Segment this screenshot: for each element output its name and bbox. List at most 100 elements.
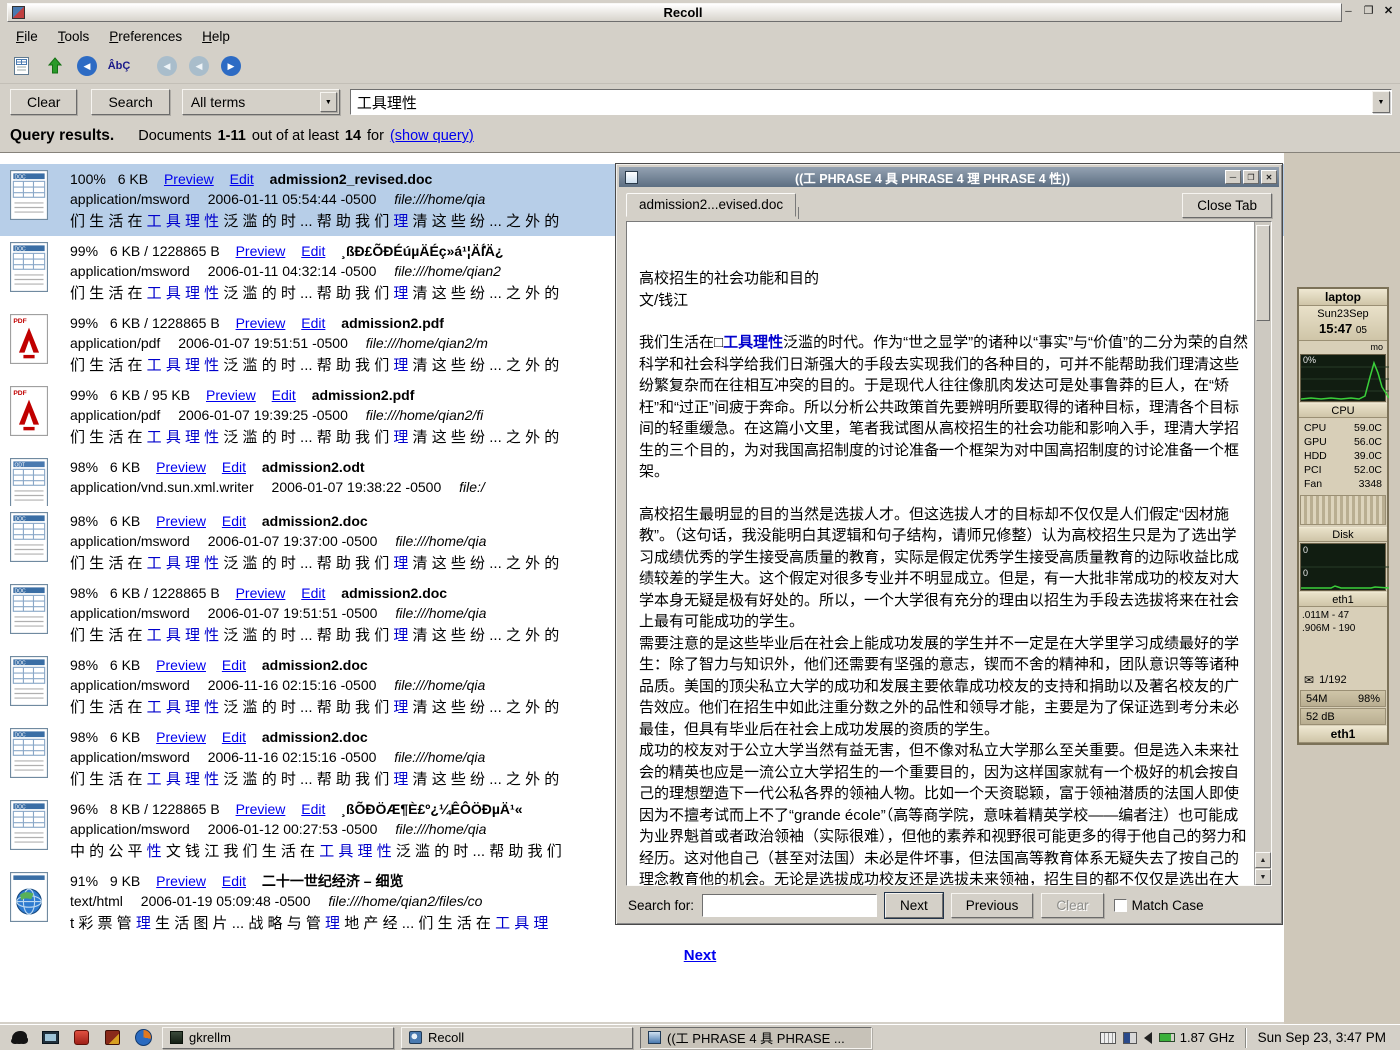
svg-text:ODT: ODT [14, 462, 25, 468]
document-history-icon[interactable]: ◀ [72, 52, 102, 80]
first-page-icon[interactable]: ◀ [152, 52, 182, 80]
gkrellm-mail[interactable]: 1/192 [1299, 671, 1387, 689]
menu-tools[interactable]: Tools [48, 26, 100, 47]
result-snippet: 们 生 活 在 工 具 理 性 泛 滥 的 时 ... 帮 助 我 们 理 清 … [70, 767, 559, 792]
close-icon[interactable] [1381, 4, 1396, 19]
preview-link[interactable]: Preview [156, 657, 206, 673]
preview-search-input[interactable] [702, 894, 877, 917]
find-clear-button[interactable]: Clear [1041, 893, 1103, 918]
gkrellm-volume-meter[interactable]: 52 dB [1300, 708, 1386, 725]
preview-link[interactable]: Preview [236, 243, 286, 259]
preview-maximize-icon[interactable] [1243, 170, 1259, 184]
gkrellm-hostname[interactable]: laptop [1299, 289, 1387, 306]
find-next-button[interactable]: Next [885, 893, 943, 918]
sort-by-date-icon[interactable] [40, 52, 70, 80]
search-query-combo[interactable] [350, 89, 1392, 115]
preview-close-icon[interactable] [1261, 170, 1277, 184]
edit-link[interactable]: Edit [222, 729, 246, 745]
preview-tab[interactable]: admission2...evised.doc [626, 193, 796, 217]
result-line-2: application/msword 2006-01-12 00:27:53 -… [70, 819, 562, 839]
scroll-down-icon[interactable] [1255, 869, 1271, 885]
gkrellm-window[interactable]: laptop Sun23Sep 15:47 05 mo 0% CPU CPU59… [1297, 287, 1389, 745]
maximize-icon[interactable] [1361, 4, 1376, 19]
query-history-chevron-icon[interactable] [1372, 91, 1390, 113]
preview-link[interactable]: Preview [156, 873, 206, 889]
show-query-link[interactable]: (show query) [390, 128, 474, 144]
task-preview[interactable]: ((工 PHRASE 4 具 PHRASE ... [640, 1027, 872, 1049]
search-mode-select[interactable]: All terms [182, 89, 340, 115]
result-line-1: 96% 8 KB / 1228865 B Preview Edit ¸ßÕÐÖÆ… [70, 799, 562, 819]
clear-button[interactable]: Clear [10, 89, 77, 115]
scrollbar[interactable] [1254, 222, 1271, 885]
document-icon[interactable] [625, 171, 638, 184]
result-line-2: application/msword 2006-01-07 19:51:51 -… [70, 603, 559, 623]
recoll-app-icon[interactable] [12, 6, 25, 19]
edit-link[interactable]: Edit [301, 801, 325, 817]
scrollbar-thumb[interactable] [1256, 225, 1270, 321]
preview-link[interactable]: Preview [156, 513, 206, 529]
launcher-app-icon[interactable] [7, 1027, 31, 1049]
close-tab-button[interactable]: Close Tab [1182, 193, 1272, 218]
launcher-terminal-icon[interactable] [38, 1027, 62, 1049]
result-line-1: 98% 6 KB / 1228865 B Preview Edit admiss… [70, 583, 559, 603]
preview-link[interactable]: Preview [206, 387, 256, 403]
menu-preferences[interactable]: Preferences [99, 26, 192, 47]
title-bar[interactable]: Recoll [0, 0, 1400, 24]
pager-icon[interactable] [1123, 1032, 1137, 1044]
task-gkrellm[interactable]: gkrellm [162, 1027, 394, 1049]
scroll-up-icon[interactable] [1255, 852, 1271, 868]
menu-help[interactable]: Help [192, 26, 240, 47]
launcher-package-icon[interactable] [69, 1027, 93, 1049]
next-page-icon[interactable]: ▶ [216, 52, 246, 80]
search-query-input[interactable] [351, 94, 1372, 111]
task-recoll[interactable]: Recoll [401, 1027, 633, 1049]
next-page-link[interactable]: Next [684, 947, 717, 964]
gkrellm-memory-meter[interactable]: 54M 98% [1300, 690, 1386, 707]
menu-file[interactable]: File [6, 26, 48, 47]
match-case-option[interactable]: Match Case [1114, 898, 1204, 913]
minimize-icon[interactable] [1341, 4, 1356, 19]
launcher-mail-icon[interactable] [100, 1027, 124, 1049]
term-explorer-icon[interactable]: ÂbÇ [104, 52, 134, 80]
preview-title-bar[interactable]: ((工 PHRASE 4 具 PHRASE 4 理 PHRASE 4 性)) [619, 167, 1279, 187]
launcher-firefox-icon[interactable] [131, 1027, 155, 1049]
gkrellm-footer[interactable]: eth1 [1299, 726, 1387, 743]
edit-link[interactable]: Edit [301, 315, 325, 331]
query-details-icon[interactable] [8, 52, 38, 80]
edit-link[interactable]: Edit [301, 243, 325, 259]
edit-link[interactable]: Edit [272, 387, 296, 403]
gkrellm-task-icon [170, 1031, 183, 1044]
edit-link[interactable]: Edit [222, 513, 246, 529]
edit-link[interactable]: Edit [222, 657, 246, 673]
chevron-down-icon[interactable] [320, 92, 337, 112]
volume-icon[interactable] [1144, 1032, 1152, 1044]
gkrellm-disk-chart[interactable]: 0 0 [1300, 543, 1386, 591]
preview-link[interactable]: Preview [156, 459, 206, 475]
find-previous-button[interactable]: Previous [951, 893, 1034, 918]
preview-task-icon [648, 1031, 661, 1044]
title-bar-caption[interactable]: Recoll [7, 3, 1342, 22]
result-line-2: application/msword 2006-01-11 05:54:44 -… [70, 189, 559, 209]
keyboard-layout-icon[interactable] [1100, 1032, 1116, 1044]
preview-link[interactable]: Preview [236, 315, 286, 331]
prev-page-icon[interactable]: ◀ [184, 52, 214, 80]
match-case-checkbox[interactable] [1114, 899, 1127, 912]
gkrellm-cpu-chart[interactable]: 0% [1300, 354, 1386, 402]
edit-link[interactable]: Edit [222, 873, 246, 889]
preview-link[interactable]: Preview [236, 801, 286, 817]
preview-text-area[interactable]: 高校招生的社会功能和目的 文/钱江 我们生活在□工具理性泛滥的时代。作为“世之显… [627, 222, 1254, 885]
gkrellm-krell-meter[interactable] [1300, 495, 1386, 525]
search-button[interactable]: Search [91, 89, 169, 115]
result-size: 9 KB [110, 873, 140, 889]
preview-minimize-icon[interactable] [1225, 170, 1241, 184]
edit-link[interactable]: Edit [230, 171, 254, 187]
preview-link[interactable]: Preview [236, 585, 286, 601]
result-title: admission2.doc [341, 585, 447, 601]
gkrellm-clock[interactable]: Sun23Sep 15:47 05 [1299, 306, 1387, 341]
edit-link[interactable]: Edit [301, 585, 325, 601]
preview-link[interactable]: Preview [156, 729, 206, 745]
result-line-1: 98% 6 KB Preview Edit admission2.odt [70, 457, 485, 477]
edit-link[interactable]: Edit [222, 459, 246, 475]
preview-link[interactable]: Preview [164, 171, 214, 187]
battery-icon[interactable] [1159, 1033, 1175, 1042]
